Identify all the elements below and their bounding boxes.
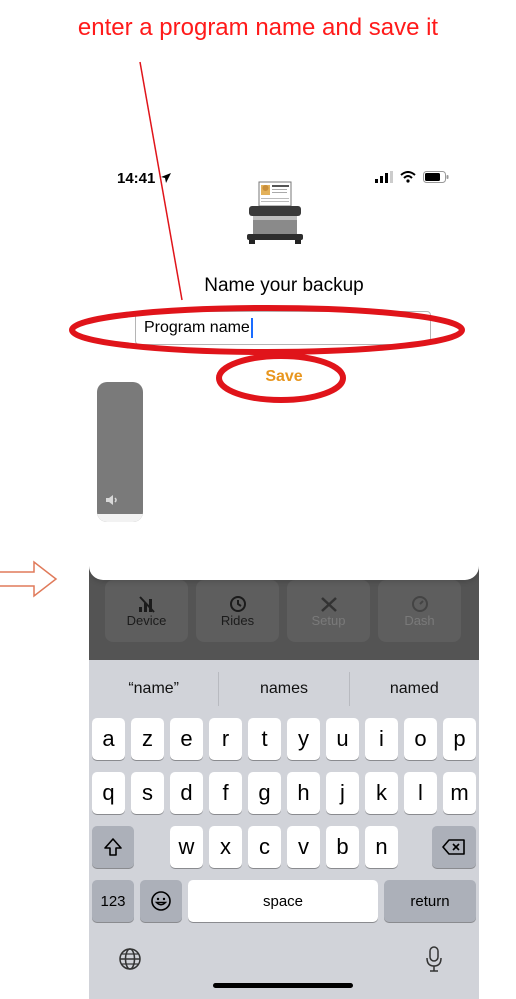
annotation-line: [69, 61, 465, 403]
arrow-right-icon: [0, 560, 58, 598]
